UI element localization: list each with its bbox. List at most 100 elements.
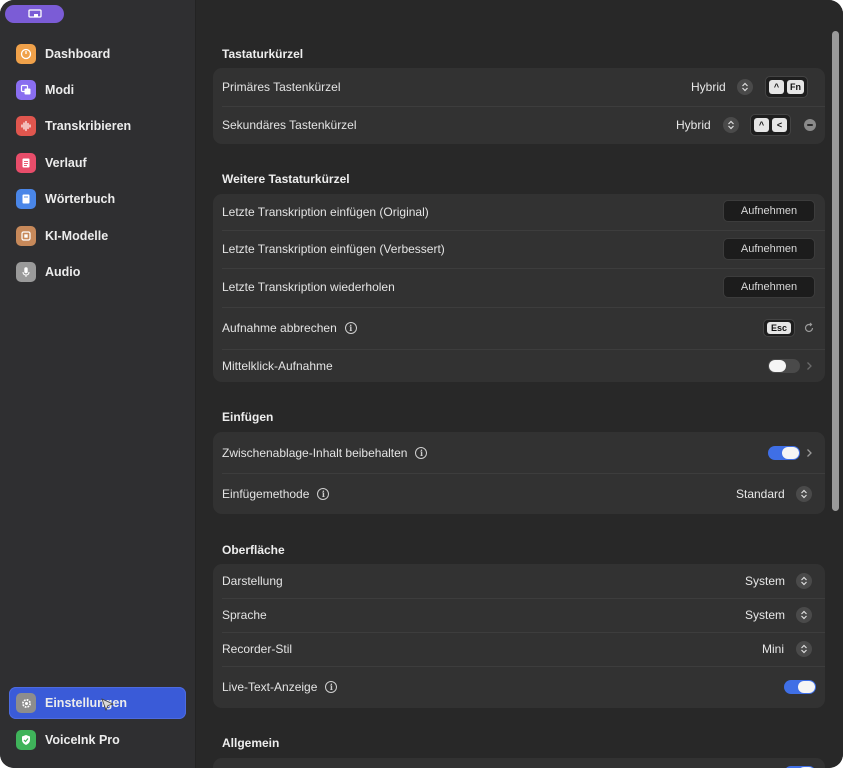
toggle-knob bbox=[769, 359, 786, 372]
row-label-group: Einfügemethode i bbox=[222, 486, 330, 501]
sidebar: Dashboard Modi Transkribieren Verlauf Wö… bbox=[0, 0, 196, 768]
updown-stepper-icon[interactable] bbox=[723, 117, 739, 133]
language-row: Sprache System bbox=[213, 598, 825, 632]
chevron-right-icon[interactable] bbox=[806, 361, 813, 371]
section-title: Weitere Tastaturkürzel bbox=[222, 172, 350, 186]
updown-stepper-icon[interactable] bbox=[796, 573, 812, 589]
clipboard-row: Zwischenablage-Inhalt beibehalten i bbox=[213, 432, 825, 473]
info-icon[interactable]: i bbox=[415, 446, 428, 459]
toggle-knob bbox=[782, 446, 799, 459]
secondary-shortcut-row: Sekundäres Tastenkürzel Hybrid ^ < bbox=[213, 106, 825, 144]
middle-click-toggle[interactable] bbox=[768, 358, 800, 373]
mouse-cursor-icon bbox=[101, 698, 115, 712]
live-text-toggle[interactable] bbox=[784, 680, 816, 694]
sidebar-item-label: Modi bbox=[45, 83, 75, 97]
row-label: Recorder-Stil bbox=[222, 642, 293, 656]
recorder-style-row: Recorder-Stil Mini bbox=[213, 632, 825, 666]
row-label: Letzte Transkription einfügen (Original) bbox=[222, 205, 429, 219]
key-cap: ^ bbox=[769, 80, 784, 94]
general-card bbox=[213, 758, 825, 768]
updown-stepper-icon[interactable] bbox=[796, 641, 812, 657]
key-cap: < bbox=[772, 118, 787, 132]
reset-icon[interactable] bbox=[803, 322, 815, 334]
info-icon[interactable]: i bbox=[344, 322, 357, 334]
clipboard-toggle[interactable] bbox=[768, 445, 800, 460]
sidebar-item-ki-modelle[interactable]: KI-Modelle bbox=[9, 220, 186, 252]
row-label: Live-Text-Anzeige bbox=[222, 680, 318, 694]
primary-shortcut-recorder[interactable]: ^ Fn bbox=[765, 76, 808, 98]
record-shortcut-button[interactable]: Aufnehmen bbox=[723, 238, 815, 260]
section-title: Tastaturkürzel bbox=[222, 47, 304, 61]
sidebar-item-label: VoiceInk Pro bbox=[45, 733, 120, 747]
shortcut-row: Letzte Transkription wiederholen Aufnehm… bbox=[213, 268, 825, 306]
appearance-row: Darstellung System bbox=[213, 564, 825, 598]
live-text-row: Live-Text-Anzeige i bbox=[213, 666, 825, 708]
middle-click-row: Mittelklick-Aufnahme bbox=[213, 349, 825, 382]
appearance-value[interactable]: System bbox=[745, 574, 785, 588]
sidebar-item-label: Transkribieren bbox=[45, 119, 132, 133]
recorder-style-value[interactable]: Mini bbox=[762, 642, 784, 656]
row-label: Zwischenablage-Inhalt beibehalten bbox=[222, 445, 408, 460]
updown-stepper-icon[interactable] bbox=[796, 485, 812, 502]
app-window: Dashboard Modi Transkribieren Verlauf Wö… bbox=[0, 0, 843, 768]
sidebar-item-audio[interactable]: Audio bbox=[9, 256, 186, 288]
info-icon[interactable]: i bbox=[317, 487, 330, 500]
sidebar-item-dashboard[interactable]: Dashboard bbox=[9, 38, 186, 70]
sidebar-item-modi[interactable]: Modi bbox=[9, 74, 186, 106]
row-label: Darstellung bbox=[222, 574, 283, 588]
sidebar-item-einstellungen[interactable]: Einstellungen bbox=[9, 687, 186, 719]
row-label-group: Zwischenablage-Inhalt beibehalten i bbox=[222, 445, 428, 460]
shortcut-row: Letzte Transkription einfügen (Original)… bbox=[213, 194, 825, 230]
toggle-knob bbox=[798, 681, 815, 693]
updown-stepper-icon[interactable] bbox=[796, 607, 812, 623]
shield-check-icon bbox=[16, 730, 36, 750]
waveform-icon bbox=[16, 116, 36, 136]
paste-method-value[interactable]: Standard bbox=[736, 487, 785, 501]
more-shortcuts-card: Letzte Transkription einfügen (Original)… bbox=[213, 194, 825, 382]
row-label: Letzte Transkription einfügen (Verbesser… bbox=[222, 242, 445, 256]
secondary-shortcut-recorder[interactable]: ^ < bbox=[750, 114, 791, 136]
scrollbar-thumb[interactable] bbox=[832, 31, 839, 511]
section-title: Allgemein bbox=[222, 736, 280, 750]
dashboard-gauge-icon bbox=[16, 44, 36, 64]
book-icon bbox=[16, 189, 36, 209]
paste-method-row: Einfügemethode i Standard bbox=[213, 473, 825, 514]
document-icon bbox=[16, 153, 36, 173]
language-value[interactable]: System bbox=[745, 608, 785, 622]
ui-card: Darstellung System Sprache System Record… bbox=[213, 564, 825, 708]
sidebar-item-woerterbuch[interactable]: Wörterbuch bbox=[9, 183, 186, 215]
row-label-group: Aufnahme abbrechen i bbox=[222, 321, 357, 335]
row-label: Aufnahme abbrechen bbox=[222, 321, 337, 335]
primary-shortcut-row: Primäres Tastenkürzel Hybrid ^ Fn bbox=[213, 68, 825, 106]
remove-shortcut-icon[interactable] bbox=[804, 119, 816, 131]
info-icon[interactable]: i bbox=[325, 681, 338, 693]
shortcut-mode-value[interactable]: Hybrid bbox=[676, 118, 711, 132]
microphone-icon bbox=[16, 262, 36, 282]
modes-icon bbox=[16, 80, 36, 100]
row-label: Mittelklick-Aufnahme bbox=[222, 358, 333, 373]
sidebar-item-verlauf[interactable]: Verlauf bbox=[9, 147, 186, 179]
record-shortcut-button[interactable]: Aufnehmen bbox=[723, 200, 815, 222]
row-label: Einfügemethode bbox=[222, 486, 310, 501]
chevron-right-icon[interactable] bbox=[806, 448, 813, 458]
row-label: Primäres Tastenkürzel bbox=[222, 80, 341, 94]
sidebar-item-voiceink-pro[interactable]: VoiceInk Pro bbox=[9, 724, 186, 756]
sidebar-item-label: KI-Modelle bbox=[45, 229, 109, 243]
row-label: Letzte Transkription wiederholen bbox=[222, 280, 395, 294]
updown-stepper-icon[interactable] bbox=[737, 79, 753, 95]
sidebar-item-label: Audio bbox=[45, 265, 81, 279]
sidebar-item-label: Wörterbuch bbox=[45, 192, 116, 206]
sidebar-item-label: Verlauf bbox=[45, 156, 87, 170]
row-label: Sekundäres Tastenkürzel bbox=[222, 118, 357, 132]
paste-card: Zwischenablage-Inhalt beibehalten i Einf… bbox=[213, 432, 825, 514]
row-label: Sprache bbox=[222, 608, 267, 622]
shortcut-mode-value[interactable]: Hybrid bbox=[691, 80, 726, 94]
shortcuts-card: Primäres Tastenkürzel Hybrid ^ Fn Sekund… bbox=[213, 68, 825, 144]
cancel-shortcut-recorder[interactable]: Esc bbox=[763, 319, 795, 337]
record-shortcut-button[interactable]: Aufnehmen bbox=[723, 276, 815, 298]
shortcut-row: Letzte Transkription einfügen (Verbesser… bbox=[213, 230, 825, 268]
section-title: Oberfläche bbox=[222, 543, 285, 557]
section-title: Einfügen bbox=[222, 410, 274, 424]
sidebar-item-transkribieren[interactable]: Transkribieren bbox=[9, 110, 186, 142]
sidebar-toggle-button[interactable] bbox=[5, 5, 64, 23]
